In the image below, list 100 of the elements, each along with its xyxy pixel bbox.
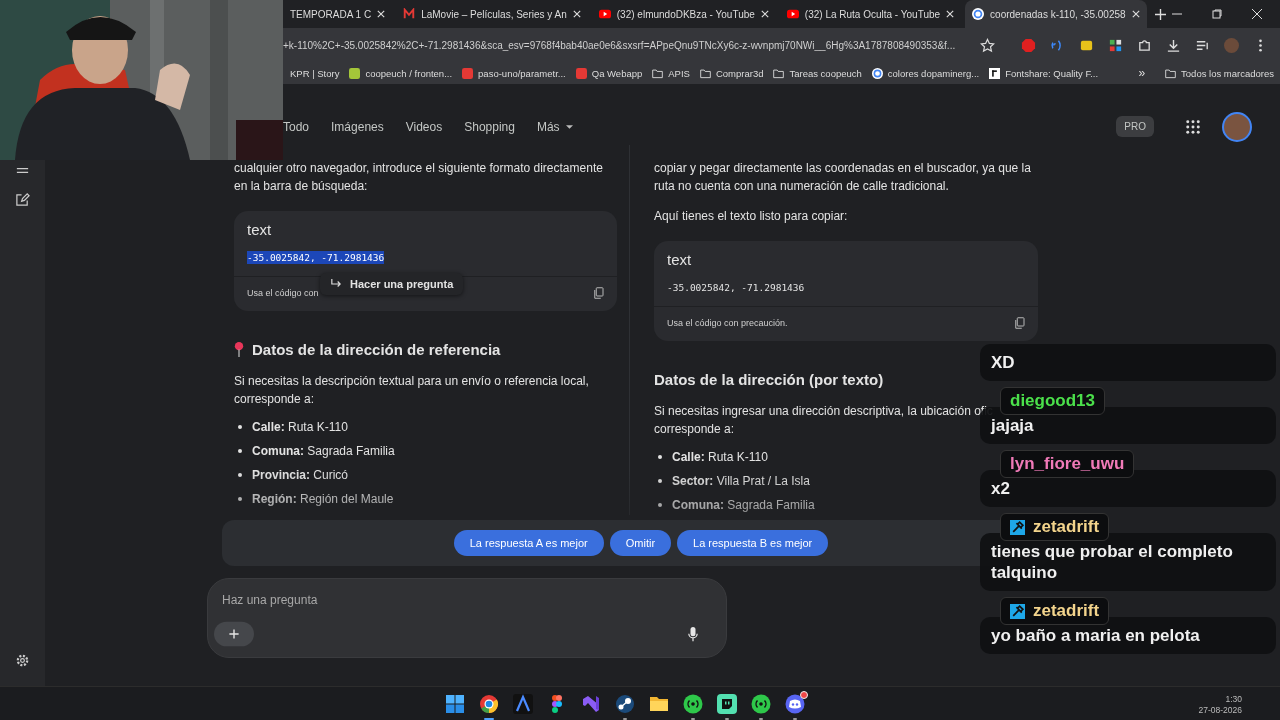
code-text: -35.0025842, -71.2981436 <box>667 281 805 294</box>
address-item: Comuna: Sagrada Familia <box>252 444 395 458</box>
chat-message: yo baño a maria en pelota <box>980 617 1276 654</box>
browser-tab[interactable]: LaMovie – Películas, Series y An <box>396 0 588 28</box>
add-button[interactable] <box>214 621 254 647</box>
bullet-icon <box>658 455 662 459</box>
section-heading: Datos de la dirección (por texto) <box>654 371 885 388</box>
close-icon[interactable] <box>760 10 769 18</box>
microphone-icon[interactable] <box>688 626 698 642</box>
gamepad-face-icon[interactable] <box>785 693 805 720</box>
bullet-icon <box>238 449 242 453</box>
ask-input[interactable]: Haz una pregunta <box>222 593 712 607</box>
bookmark[interactable]: Qa Webapp <box>575 67 643 79</box>
answer-text: cualquier otro navegador, introduce el siguiente formato directamente en la barra de búsqueda: <box>234 160 604 195</box>
close-icon[interactable] <box>1131 10 1140 18</box>
edit-icon[interactable] <box>15 192 30 207</box>
profile-avatar[interactable] <box>1222 111 1252 142</box>
google-icon <box>871 67 883 79</box>
bullet-icon <box>238 473 242 477</box>
play-icon <box>786 8 799 20</box>
address-item: Comuna: Sagrada Familia <box>672 498 815 512</box>
answer-text: copiar y pegar directamente las coordenadas en el buscador, ya que la ruta no cuenta con una numeración de calle tradicional. <box>654 160 1032 195</box>
code-language: text <box>667 251 693 268</box>
folder-icon <box>699 67 711 79</box>
code-caution-text: Usa el código con precaución. <box>667 318 788 328</box>
browser-tab[interactable]: (32) La Ruta Oculta - YouTube <box>779 0 962 28</box>
star-icon[interactable] <box>980 37 995 53</box>
address-item: Calle: Ruta K-110 <box>672 450 768 464</box>
new-tab-icon[interactable] <box>1154 8 1166 20</box>
broadcast-icon[interactable] <box>751 693 771 720</box>
choice-button[interactable]: La respuesta B es mejor <box>677 530 829 556</box>
address-item: Región: Región del Maule <box>252 492 394 506</box>
site-icon <box>575 67 587 79</box>
chat-message: tienes que probar el completo talquino <box>980 533 1276 591</box>
download-icon[interactable] <box>1166 37 1181 53</box>
bookmark[interactable]: Comprar3d <box>699 67 764 79</box>
clock-time[interactable]: 1:30 <box>1225 694 1242 705</box>
ask-tooltip[interactable]: Hacer una pregunta <box>320 273 464 295</box>
play-icon <box>598 8 611 20</box>
hammer-badge-icon <box>1010 519 1025 535</box>
pro-badge[interactable]: PRO <box>1116 116 1154 137</box>
apps-grid-icon[interactable] <box>1186 119 1200 134</box>
search-tab[interactable]: Shopping <box>464 119 515 134</box>
address-item: Sector: Villa Prat / La Isla <box>672 474 810 488</box>
folder-icon <box>1165 67 1177 79</box>
browser-tab[interactable]: coordenadas k-110, -35.00258 <box>965 0 1147 28</box>
chat-bubble-icon[interactable] <box>717 693 737 720</box>
code-text: -35.0025842, -71.2981436 <box>247 251 385 264</box>
bookmark[interactable]: Tareas coopeuch <box>773 67 862 79</box>
site-icon <box>349 67 361 79</box>
bookmark[interactable]: Fontshare: Quality F... <box>989 67 1099 79</box>
m-logo-icon <box>403 8 416 20</box>
copy-icon[interactable] <box>593 287 604 299</box>
google-icon <box>972 8 985 20</box>
choice-button[interactable]: La respuesta A es mejor <box>453 530 604 556</box>
bookmark[interactable]: APIS <box>652 67 690 79</box>
disc-icon[interactable] <box>615 693 635 720</box>
all-bookmarks[interactable]: Todos los marcadores <box>1165 67 1274 79</box>
answer-text: Si necesitas la descripción textual para un envío o referencia local, corresponde a: <box>234 373 590 408</box>
browser-tab[interactable]: TEMPORADA 1 C <box>283 0 393 28</box>
close-icon[interactable] <box>377 10 386 18</box>
bookmark[interactable]: paso-uno/parametr... <box>462 67 566 79</box>
site-icon <box>989 67 1001 79</box>
bullet-icon <box>658 503 662 507</box>
chat-message: XD <box>980 344 1276 381</box>
settings-icon[interactable] <box>15 653 30 668</box>
bullet-icon <box>658 479 662 483</box>
search-tab[interactable]: Imágenes <box>331 119 384 134</box>
folder-icon <box>652 67 664 79</box>
stop-sign-icon[interactable] <box>1021 37 1036 53</box>
bookmark[interactable]: colores dopaminerg... <box>871 67 980 79</box>
pin-icon <box>234 342 244 357</box>
search-tab[interactable]: Más <box>536 119 573 134</box>
folder-icon <box>773 67 785 79</box>
bullet-icon <box>238 497 242 501</box>
search-tab[interactable]: Todo <box>283 119 310 134</box>
copy-icon[interactable] <box>1014 317 1025 329</box>
hammer-badge-icon <box>1010 603 1025 619</box>
broadcast-icon[interactable] <box>683 693 703 720</box>
restore-icon[interactable] <box>1212 9 1222 19</box>
choice-button[interactable]: Omitir <box>609 530 672 556</box>
address-item: Calle: Ruta K-110 <box>252 420 348 434</box>
browser-icon[interactable] <box>479 693 499 720</box>
close-icon[interactable] <box>946 10 955 18</box>
bookmark[interactable]: coopeuch / fronten... <box>349 67 453 79</box>
search-tab[interactable]: Videos <box>405 119 443 134</box>
close-icon[interactable] <box>572 10 581 18</box>
site-icon <box>462 67 474 79</box>
browser-tab[interactable]: (32) elmundoDKBza - YouTube <box>591 0 776 28</box>
grid-tiles-icon[interactable] <box>1108 37 1123 53</box>
code-language: text <box>247 221 273 238</box>
section-heading: Datos de la dirección de referencia <box>234 341 617 358</box>
answer-text: corresponde a: <box>654 421 735 438</box>
close-icon[interactable] <box>1252 9 1262 19</box>
address-bar[interactable]: +k-110%2C+-35.0025842%2C+-71.2981436&sca_esv=9768f4bab40ae0e6&sxsrf=APpeQnu9TNcXy6c-z-wvnpmj70NWi__6Hg%3A1787808490353&f... <box>283 39 970 51</box>
code-caution-text: Usa el código con <box>247 288 319 298</box>
more-bookmarks-button[interactable]: » <box>1138 66 1146 80</box>
answer-text: Aquí tienes el texto listo para copiar: <box>654 208 848 225</box>
clock-date[interactable]: 27-08-2026 <box>1198 705 1242 716</box>
bookmark[interactable]: KPR | Story <box>290 67 340 79</box>
